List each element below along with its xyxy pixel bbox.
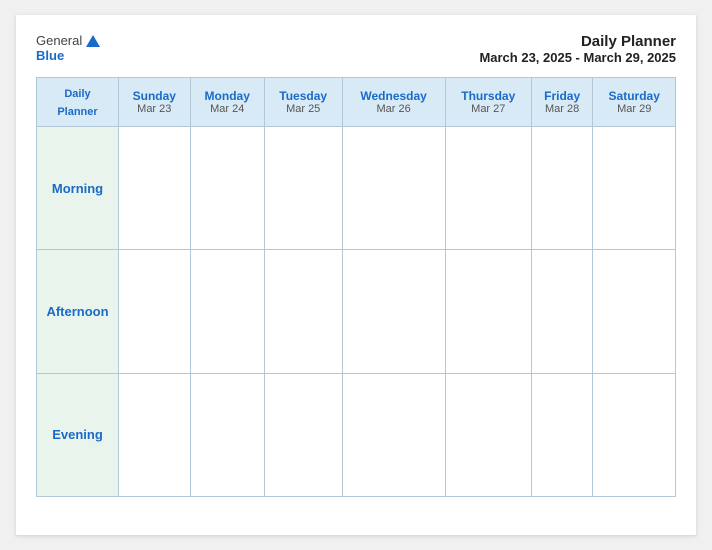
label-header: Daily Planner [37, 78, 119, 127]
header-wednesday: Wednesday Mar 26 [342, 78, 445, 127]
day-name-monday: Monday [195, 89, 260, 103]
morning-wednesday[interactable] [342, 127, 445, 250]
title-area: Daily Planner March 23, 2025 - March 29,… [479, 33, 676, 65]
page-header: General Blue Daily Planner March 23, 202… [36, 33, 676, 65]
planner-page: General Blue Daily Planner March 23, 202… [16, 15, 696, 535]
day-date-monday: Mar 24 [195, 103, 260, 115]
evening-thursday[interactable] [445, 373, 531, 496]
calendar-table: Daily Planner Sunday Mar 23 Monday Mar 2… [36, 77, 676, 497]
morning-monday[interactable] [190, 127, 264, 250]
evening-monday[interactable] [190, 373, 264, 496]
logo-blue: Blue [36, 48, 64, 63]
day-date-thursday: Mar 27 [450, 103, 527, 115]
morning-sunday[interactable] [119, 127, 191, 250]
calendar-header-row: Daily Planner Sunday Mar 23 Monday Mar 2… [37, 78, 676, 127]
day-date-sunday: Mar 23 [123, 103, 186, 115]
day-name-sunday: Sunday [123, 89, 186, 103]
header-label-text2: Planner [57, 106, 97, 118]
evening-friday[interactable] [531, 373, 593, 496]
evening-wednesday[interactable] [342, 373, 445, 496]
header-tuesday: Tuesday Mar 25 [264, 78, 342, 127]
afternoon-label: Afternoon [37, 250, 119, 373]
afternoon-friday[interactable] [531, 250, 593, 373]
morning-saturday[interactable] [593, 127, 676, 250]
afternoon-thursday[interactable] [445, 250, 531, 373]
evening-label: Evening [37, 373, 119, 496]
evening-row: Evening [37, 373, 676, 496]
afternoon-monday[interactable] [190, 250, 264, 373]
morning-label: Morning [37, 127, 119, 250]
afternoon-wednesday[interactable] [342, 250, 445, 373]
evening-tuesday[interactable] [264, 373, 342, 496]
afternoon-row: Afternoon [37, 250, 676, 373]
header-monday: Monday Mar 24 [190, 78, 264, 127]
planner-date-range: March 23, 2025 - March 29, 2025 [479, 50, 676, 65]
day-name-saturday: Saturday [597, 89, 671, 103]
evening-sunday[interactable] [119, 373, 191, 496]
day-name-tuesday: Tuesday [269, 89, 338, 103]
logo-general: General [36, 33, 82, 48]
header-saturday: Saturday Mar 29 [593, 78, 676, 127]
morning-tuesday[interactable] [264, 127, 342, 250]
evening-saturday[interactable] [593, 373, 676, 496]
day-date-friday: Mar 28 [536, 103, 589, 115]
morning-friday[interactable] [531, 127, 593, 250]
day-date-tuesday: Mar 25 [269, 103, 338, 115]
header-friday: Friday Mar 28 [531, 78, 593, 127]
morning-row: Morning [37, 127, 676, 250]
planner-title: Daily Planner [479, 33, 676, 50]
afternoon-tuesday[interactable] [264, 250, 342, 373]
day-name-friday: Friday [536, 89, 589, 103]
header-sunday: Sunday Mar 23 [119, 78, 191, 127]
morning-thursday[interactable] [445, 127, 531, 250]
day-date-saturday: Mar 29 [597, 103, 671, 115]
header-label-text: Daily [64, 88, 90, 100]
day-name-thursday: Thursday [450, 89, 527, 103]
logo-triangle-icon [86, 35, 100, 47]
afternoon-sunday[interactable] [119, 250, 191, 373]
day-date-wednesday: Mar 26 [347, 103, 441, 115]
afternoon-saturday[interactable] [593, 250, 676, 373]
logo: General Blue [36, 33, 100, 63]
day-name-wednesday: Wednesday [347, 89, 441, 103]
header-thursday: Thursday Mar 27 [445, 78, 531, 127]
